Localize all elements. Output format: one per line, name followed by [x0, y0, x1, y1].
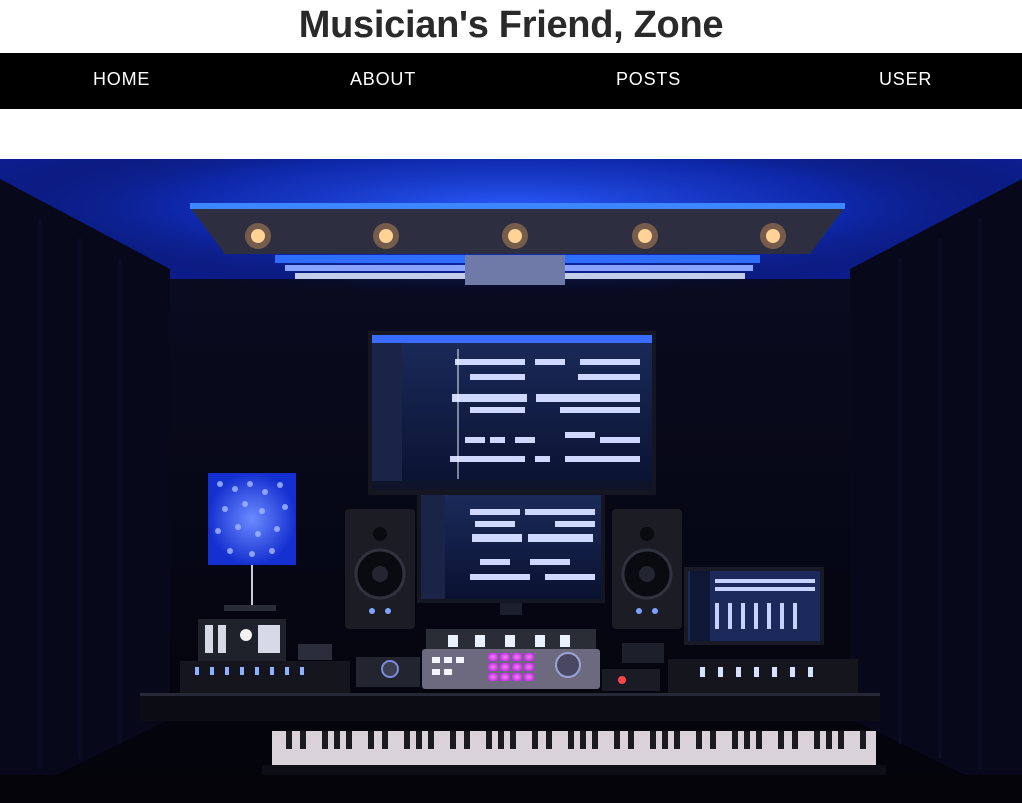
site-title: Musician's Friend, Zone: [298, 4, 724, 46]
main-nav: HOME ABOUT POSTS USER: [0, 53, 1022, 109]
nav-link-user[interactable]: USER: [879, 53, 932, 109]
nav-link-posts[interactable]: POSTS: [616, 53, 681, 109]
studio-photo-icon: [0, 159, 1022, 803]
nav-link-home[interactable]: HOME: [93, 53, 150, 109]
nav-link-about[interactable]: ABOUT: [350, 53, 416, 109]
hero-image: [0, 159, 1022, 803]
